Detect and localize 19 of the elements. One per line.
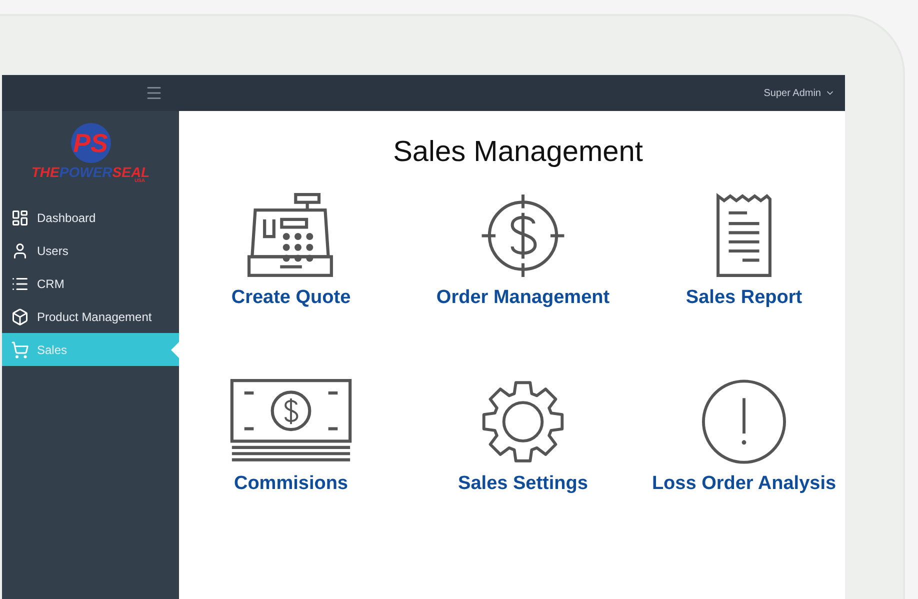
box-icon	[11, 308, 29, 326]
logo-wordmark: THEPOWERSEAL	[31, 165, 150, 179]
feature-tile-link[interactable]: Commisions	[179, 378, 403, 498]
feature-tile-link[interactable]: Loss Order Analysis	[643, 378, 845, 498]
sidebar-item[interactable]: Users	[2, 234, 179, 267]
user-menu[interactable]: Super Admin	[764, 86, 845, 100]
logo-monogram: PS	[70, 123, 110, 163]
menu-icon[interactable]	[145, 84, 163, 102]
sidebar-item[interactable]: Dashboard	[2, 201, 179, 234]
feature-tile-link[interactable]: Sales Report	[643, 192, 845, 312]
cart-icon	[11, 340, 29, 358]
feature-tile-link[interactable]: Sales Settings	[403, 378, 643, 498]
user-icon	[11, 242, 29, 260]
feature-tile-link[interactable]: Order Management	[403, 192, 643, 312]
active-notch-icon	[171, 342, 179, 358]
page-title: Sales Management	[393, 135, 643, 170]
feature-tile-link[interactable]: Create Quote	[179, 192, 403, 312]
sidebar-item[interactable]: Product Management	[2, 300, 179, 333]
sidebar-item[interactable]: CRM	[2, 267, 179, 300]
